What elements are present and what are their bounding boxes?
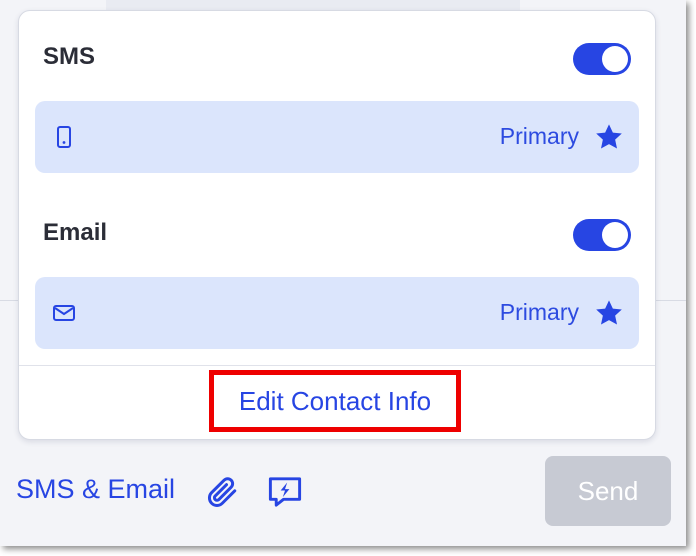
lightning-chat-icon[interactable] — [266, 474, 304, 510]
sms-toggle[interactable] — [573, 43, 631, 75]
composer-toolbar: SMS & Email Send — [0, 456, 686, 528]
edit-contact-info-link[interactable]: Edit Contact Info — [209, 370, 461, 432]
sms-primary-badge: Primary — [499, 123, 579, 149]
footer-divider — [19, 365, 655, 366]
channel-mode-selector[interactable]: SMS & Email — [16, 474, 175, 505]
email-section-header: Email — [19, 211, 655, 251]
channel-popover: SMS Primary Email Primary Edit Contact I… — [18, 10, 656, 440]
email-address-row[interactable]: Primary — [35, 277, 639, 349]
sms-section-header: SMS — [19, 35, 655, 75]
sms-title: SMS — [43, 43, 96, 70]
email-toggle-knob — [602, 222, 628, 248]
send-button[interactable]: Send — [545, 456, 671, 526]
paperclip-icon[interactable] — [204, 474, 240, 510]
star-icon[interactable] — [593, 297, 625, 329]
envelope-icon — [53, 305, 75, 321]
sms-toggle-knob — [602, 46, 628, 72]
email-title: Email — [43, 219, 108, 246]
contact-channel-panel: SMS Primary Email Primary Edit Contact I… — [0, 0, 686, 546]
phone-icon — [57, 126, 71, 148]
sms-phone-row[interactable]: Primary — [35, 101, 639, 173]
email-toggle[interactable] — [573, 219, 631, 251]
star-icon[interactable] — [593, 121, 625, 153]
email-primary-badge: Primary — [499, 299, 579, 325]
